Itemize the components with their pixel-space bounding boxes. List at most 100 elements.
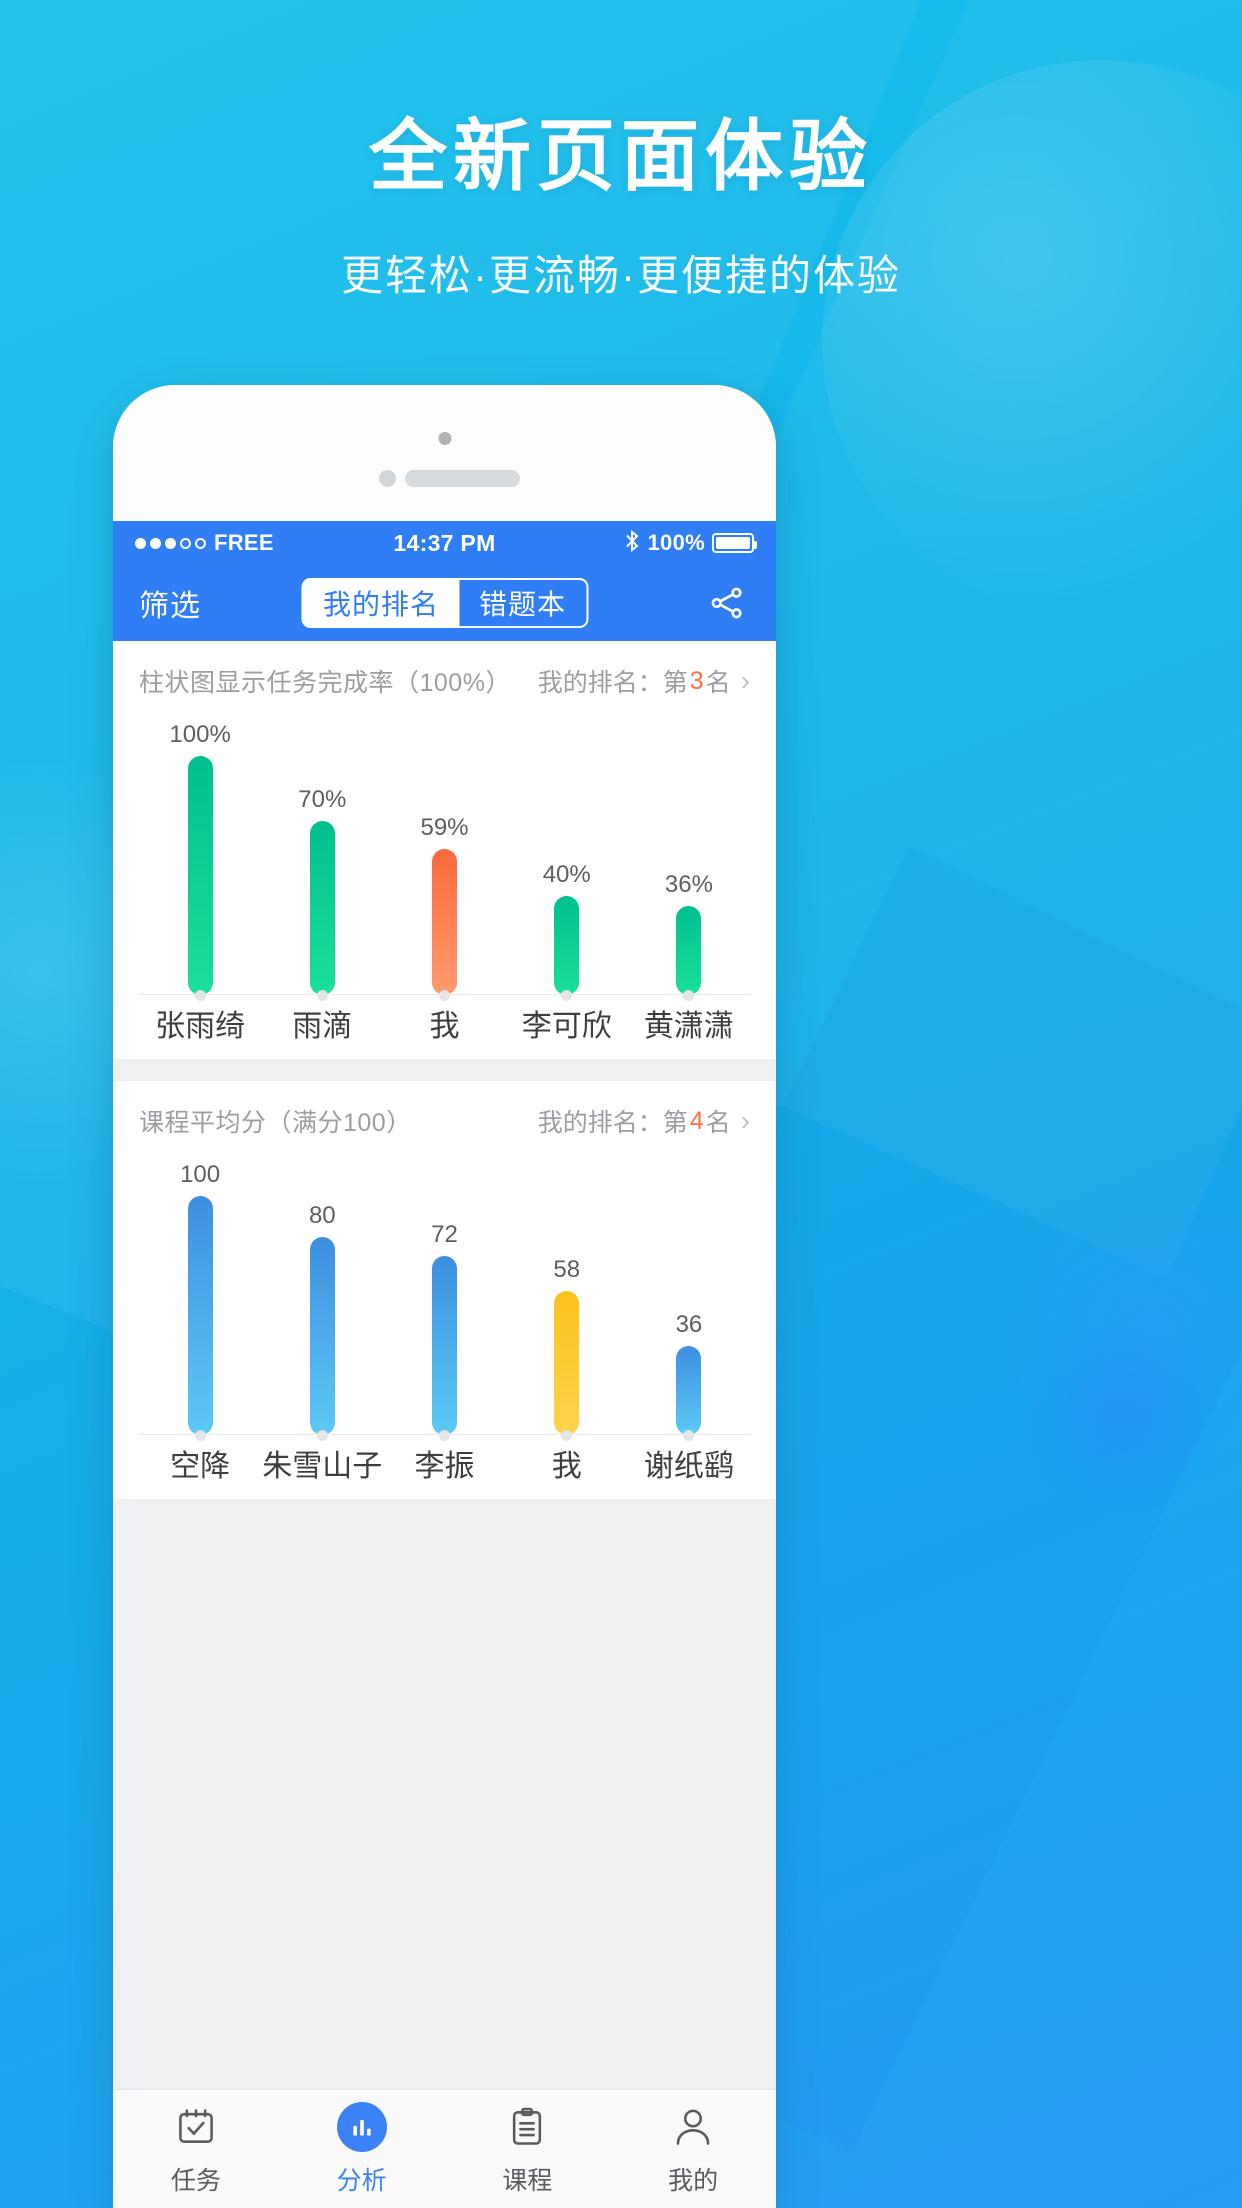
promo-title: 全新页面体验 <box>368 112 873 200</box>
proximity-sensor-icon <box>379 470 396 487</box>
card-course-average: 课程平均分（满分100） 我的排名：第 4 名 › 100 80 72 58 36 空降 朱雪… <box>113 1081 776 1499</box>
signal-strength-icon <box>135 537 206 549</box>
bar-value-label: 59% <box>420 814 469 841</box>
bar <box>309 1237 335 1435</box>
rank-suffix: 名 <box>705 669 731 697</box>
tab-label: 任务 <box>170 2166 221 2195</box>
tab-analysis[interactable]: 分析 <box>279 2090 445 2208</box>
user-icon <box>671 2102 715 2152</box>
promo-subtitle: 更轻松·更流畅·更便捷的体验 <box>341 251 901 299</box>
segmented-control[interactable]: 我的排名 错题本 <box>300 578 589 628</box>
share-button[interactable] <box>704 580 750 626</box>
card-task-completion: 柱状图显示任务完成率（100%） 我的排名：第 3 名 › 100% 70% 59% 40… <box>113 641 776 1059</box>
app-screen: FREE 14:37 PM 100% 筛选 我的排名 错题本 柱状图显示任务完成… <box>113 521 776 2208</box>
bar <box>432 849 457 995</box>
x-axis-label: 我 <box>551 1450 582 1483</box>
bar-column: 100% <box>139 721 261 1001</box>
my-rank-link[interactable]: 我的排名：第 4 名 › <box>538 1103 750 1139</box>
card-title: 柱状图显示任务完成率（100%） <box>139 669 511 697</box>
rank-number: 4 <box>689 1106 704 1135</box>
bar <box>309 821 335 995</box>
front-camera-icon <box>438 432 451 445</box>
bar-group: 100% 70% 59% 40% 36% <box>139 721 750 1001</box>
bar-column: 58 <box>506 1161 628 1441</box>
bar <box>432 1256 457 1435</box>
bar-column: 72 <box>383 1161 505 1441</box>
chevron-right-icon: › <box>740 1105 750 1136</box>
rank-number: 3 <box>689 666 704 695</box>
x-axis-label: 雨滴 <box>292 1010 353 1043</box>
tab-label: 分析 <box>336 2166 387 2195</box>
bar <box>187 756 213 995</box>
card-separator <box>113 1059 776 1081</box>
x-axis-label: 黄潇潇 <box>643 1010 734 1043</box>
card-header: 课程平均分（满分100） 我的排名：第 4 名 › <box>113 1081 776 1161</box>
bar-value-label: 58 <box>553 1256 581 1283</box>
calendar-check-icon <box>174 2102 218 2152</box>
bottom-tab-bar: 任务 分析 课程 我的 <box>113 2089 776 2208</box>
status-bar: FREE 14:37 PM 100% <box>113 521 776 565</box>
x-axis-label: 李可欣 <box>521 1010 612 1043</box>
bar <box>554 1291 580 1435</box>
promo-block: 全新页面体验 更轻松·更流畅·更便捷的体验 <box>0 110 1242 303</box>
filter-button[interactable]: 筛选 <box>139 581 201 625</box>
earpiece-speaker <box>405 470 520 487</box>
status-bar-right: 100% <box>550 529 757 557</box>
bg-blob-4 <box>1022 1320 1222 1520</box>
bar-chart-task-completion: 100% 70% 59% 40% 36% 张雨绮 雨滴 我 李可欣 黄潇潇 <box>139 721 750 1051</box>
chevron-right-icon: › <box>740 665 750 696</box>
bar-column: 40% <box>506 721 628 1001</box>
bar-value-label: 100% <box>169 721 231 748</box>
battery-icon <box>711 533 757 553</box>
bluetooth-icon <box>623 529 641 557</box>
rank-prefix: 我的排名：第 <box>537 1109 688 1137</box>
tab-my-ranking[interactable]: 我的排名 <box>302 580 459 626</box>
tab-tasks[interactable]: 任务 <box>113 2090 279 2208</box>
x-axis-label: 朱雪山子 <box>262 1450 383 1483</box>
phone-mockup: FREE 14:37 PM 100% 筛选 我的排名 错题本 柱状图显示任务完成… <box>113 385 776 2208</box>
x-axis-label: 谢纸鹞 <box>643 1450 734 1483</box>
bar-group: 100 80 72 58 36 <box>139 1161 750 1441</box>
tab-courses[interactable]: 课程 <box>445 2090 611 2208</box>
bar-column: 100 <box>139 1161 261 1441</box>
content-scroll-area[interactable]: 柱状图显示任务完成率（100%） 我的排名：第 3 名 › 100% 70% 59% 40… <box>113 641 776 2089</box>
bar-value-label: 80 <box>308 1202 336 1229</box>
content-bottom-spacer <box>113 1499 776 1563</box>
phone-top-bezel <box>113 385 776 521</box>
bar <box>554 896 580 995</box>
tab-mistake-book[interactable]: 错题本 <box>459 580 586 626</box>
bar-value-label: 36 <box>675 1311 703 1338</box>
bar-value-label: 100 <box>180 1161 221 1188</box>
bar-column: 70% <box>261 721 383 1001</box>
x-axis-label: 空降 <box>170 1450 231 1483</box>
bar-column: 59% <box>383 721 505 1001</box>
carrier-label: FREE <box>214 530 274 555</box>
bar-column: 36 <box>628 1161 750 1441</box>
bar-value-label: 40% <box>542 861 591 888</box>
rank-suffix: 名 <box>705 1109 731 1137</box>
navigation-bar: 筛选 我的排名 错题本 <box>113 565 776 641</box>
clock-label: 14:37 PM <box>393 529 496 556</box>
bar-chart-course-average: 100 80 72 58 36 空降 朱雪山子 李振 我 谢纸鹞 <box>139 1161 750 1491</box>
x-axis-labels: 张雨绮 雨滴 我 李可欣 黄潇潇 <box>139 995 750 1051</box>
bar <box>187 1196 213 1435</box>
x-axis-label: 张雨绮 <box>155 1010 246 1043</box>
status-bar-left: FREE <box>135 530 339 556</box>
bar <box>676 1346 702 1435</box>
x-axis-labels: 空降 朱雪山子 李振 我 谢纸鹞 <box>139 1435 750 1491</box>
rank-prefix: 我的排名：第 <box>537 669 688 697</box>
clipboard-list-icon <box>505 2102 549 2152</box>
tab-label: 课程 <box>502 2166 553 2195</box>
battery-percent-label: 100% <box>647 530 705 555</box>
bar-value-label: 36% <box>664 871 713 898</box>
bar-column: 36% <box>628 721 750 1001</box>
tab-profile[interactable]: 我的 <box>610 2090 776 2208</box>
my-rank-link[interactable]: 我的排名：第 3 名 › <box>538 663 750 699</box>
bar <box>676 906 702 995</box>
bar-value-label: 72 <box>431 1221 458 1248</box>
card-header: 柱状图显示任务完成率（100%） 我的排名：第 3 名 › <box>113 641 776 721</box>
x-axis-label: 李振 <box>414 1450 475 1483</box>
x-axis-label: 我 <box>429 1010 460 1043</box>
bar-chart-icon <box>336 2101 387 2152</box>
card-title: 课程平均分（满分100） <box>139 1109 412 1137</box>
